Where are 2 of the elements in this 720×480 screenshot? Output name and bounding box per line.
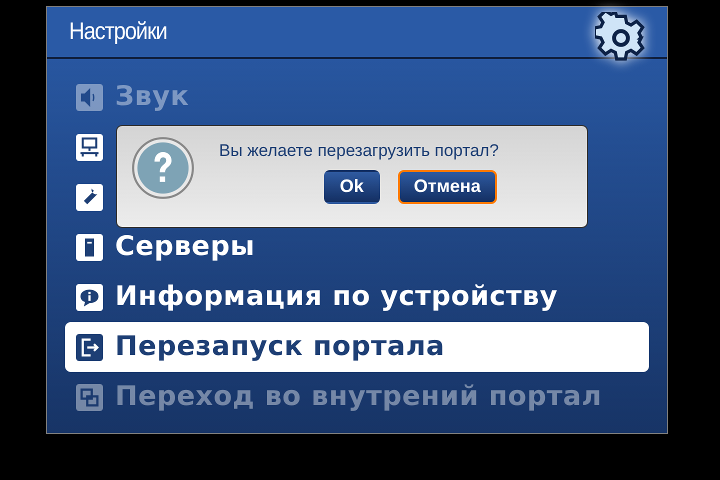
window-title: Настройки xyxy=(69,17,167,47)
dialog-message: Вы желаете перезагрузить портал? xyxy=(219,140,499,162)
